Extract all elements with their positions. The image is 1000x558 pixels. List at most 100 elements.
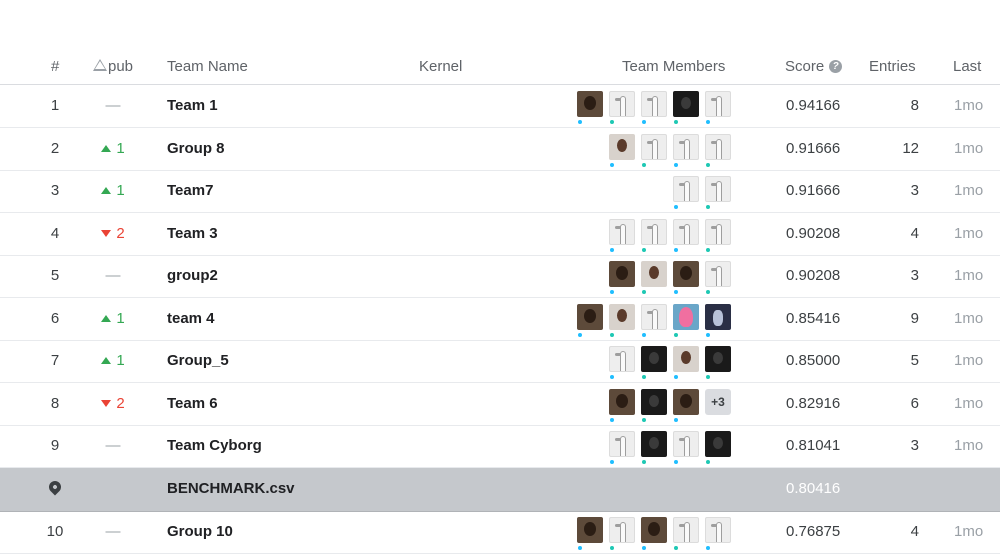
team-name[interactable]: group2 bbox=[167, 267, 218, 284]
member-avatar[interactable] bbox=[705, 219, 731, 245]
table-row[interactable]: 5— group2 0.90208 3 1mo bbox=[0, 255, 1000, 298]
leaderboard: # pub Team Name Kernel Team Members Scor… bbox=[0, 0, 1000, 558]
tier-dot bbox=[642, 163, 646, 167]
member-avatar[interactable] bbox=[609, 134, 635, 160]
score-header[interactable]: Score? bbox=[785, 58, 843, 75]
member-avatar[interactable] bbox=[705, 517, 731, 543]
entries-cell: 4 bbox=[910, 523, 919, 540]
member-avatar[interactable] bbox=[705, 176, 731, 202]
member-avatar[interactable] bbox=[577, 304, 603, 330]
tier-dot bbox=[674, 163, 678, 167]
member-avatar[interactable] bbox=[641, 134, 667, 160]
tier-dot bbox=[578, 120, 582, 124]
team-name[interactable]: Team 3 bbox=[167, 225, 218, 242]
member-avatar[interactable] bbox=[609, 91, 635, 117]
last-submission-cell: 1mo bbox=[954, 310, 984, 327]
member-avatar[interactable] bbox=[641, 261, 667, 287]
table-row[interactable]: 9— Team Cyborg 0.81041 3 1mo bbox=[0, 425, 1000, 468]
tier-dot bbox=[706, 333, 710, 337]
team-name[interactable]: Team 6 bbox=[167, 395, 218, 412]
member-avatar[interactable] bbox=[609, 219, 635, 245]
member-avatar[interactable] bbox=[673, 389, 699, 415]
last-submission-cell: 1mo bbox=[954, 182, 984, 199]
member-avatar[interactable] bbox=[705, 261, 731, 287]
team-name-header[interactable]: Team Name bbox=[167, 58, 248, 75]
member-avatar[interactable] bbox=[609, 346, 635, 372]
member-avatar[interactable] bbox=[609, 261, 635, 287]
delta-value: 2 bbox=[116, 225, 125, 242]
member-avatar[interactable] bbox=[673, 219, 699, 245]
score-cell: 0.82916 bbox=[786, 395, 841, 412]
tier-dot bbox=[578, 546, 582, 550]
member-avatar[interactable] bbox=[641, 304, 667, 330]
member-avatar[interactable] bbox=[673, 304, 699, 330]
member-avatar[interactable] bbox=[641, 91, 667, 117]
delta-cell: 1 bbox=[78, 352, 148, 369]
member-avatar[interactable] bbox=[673, 134, 699, 160]
team-name[interactable]: Team Cyborg bbox=[167, 437, 262, 454]
arrow-up-icon bbox=[101, 144, 112, 152]
table-row[interactable]: 8 2 Team 6 +3 0.82916 6 1mo bbox=[0, 383, 1000, 426]
team-members bbox=[609, 261, 731, 294]
delta-value: — bbox=[105, 523, 121, 540]
table-row[interactable]: 1— Team 1 0.94166 8 1mo bbox=[0, 85, 1000, 128]
last-submission-cell: 1mo bbox=[954, 225, 984, 242]
leaderboard-header: # pub Team Name Kernel Team Members Scor… bbox=[0, 48, 1000, 85]
table-row[interactable]: 10— Group 10 0.76875 4 1mo bbox=[0, 511, 1000, 554]
score-cell: 0.81041 bbox=[786, 437, 841, 454]
tier-dot bbox=[706, 290, 710, 294]
team-name[interactable]: team 4 bbox=[167, 310, 215, 327]
member-avatar[interactable] bbox=[673, 261, 699, 287]
tier-dot bbox=[674, 375, 678, 379]
team-name[interactable]: Group 10 bbox=[167, 523, 233, 540]
delta-cell: — bbox=[78, 97, 148, 114]
member-avatar[interactable] bbox=[673, 431, 699, 457]
member-avatar[interactable] bbox=[705, 346, 731, 372]
member-avatar[interactable] bbox=[609, 389, 635, 415]
last-header[interactable]: Last bbox=[953, 58, 981, 75]
delta-cell: 2 bbox=[78, 395, 148, 412]
member-avatar[interactable] bbox=[641, 389, 667, 415]
tier-dot bbox=[706, 248, 710, 252]
member-avatar[interactable] bbox=[609, 517, 635, 543]
member-avatar[interactable] bbox=[609, 304, 635, 330]
team-name[interactable]: Group_5 bbox=[167, 352, 229, 369]
table-row[interactable]: 3 1 Team7 0.91666 3 1mo bbox=[0, 170, 1000, 213]
delta-value: 1 bbox=[116, 140, 125, 157]
tier-dot bbox=[706, 205, 710, 209]
team-name[interactable]: Team 1 bbox=[167, 97, 218, 114]
member-avatar[interactable] bbox=[577, 91, 603, 117]
last-submission-cell: 1mo bbox=[954, 267, 984, 284]
kernel-header[interactable]: Kernel bbox=[419, 58, 462, 75]
member-avatar[interactable] bbox=[641, 346, 667, 372]
entries-header[interactable]: Entries bbox=[869, 58, 916, 75]
member-avatar[interactable] bbox=[705, 134, 731, 160]
rank-header: # bbox=[51, 58, 60, 75]
entries-cell: 8 bbox=[910, 97, 919, 114]
member-avatar[interactable] bbox=[577, 517, 603, 543]
help-icon[interactable]: ? bbox=[829, 59, 843, 73]
delta-header[interactable]: pub bbox=[93, 58, 133, 75]
table-row[interactable]: 6 1 team 4 0.85416 9 1mo bbox=[0, 298, 1000, 341]
table-row[interactable]: 4 2 Team 3 0.90208 4 1mo bbox=[0, 213, 1000, 256]
team-name[interactable]: Group 8 bbox=[167, 140, 225, 157]
member-avatar[interactable] bbox=[673, 176, 699, 202]
member-avatar[interactable] bbox=[641, 431, 667, 457]
member-avatar[interactable] bbox=[705, 304, 731, 330]
tier-dot bbox=[706, 460, 710, 464]
member-avatar[interactable] bbox=[673, 91, 699, 117]
entries-cell: 12 bbox=[902, 140, 919, 157]
table-row[interactable]: 2 1 Group 8 0.91666 12 1mo bbox=[0, 128, 1000, 171]
member-avatar[interactable] bbox=[673, 517, 699, 543]
member-avatar[interactable] bbox=[705, 91, 731, 117]
tier-dot bbox=[610, 333, 614, 337]
delta-value: 1 bbox=[116, 352, 125, 369]
more-members-badge[interactable]: +3 bbox=[705, 389, 731, 415]
table-row[interactable]: 7 1 Group_5 0.85000 5 1mo bbox=[0, 340, 1000, 383]
member-avatar[interactable] bbox=[705, 431, 731, 457]
team-name[interactable]: Team7 bbox=[167, 182, 213, 199]
member-avatar[interactable] bbox=[641, 517, 667, 543]
member-avatar[interactable] bbox=[673, 346, 699, 372]
member-avatar[interactable] bbox=[641, 219, 667, 245]
member-avatar[interactable] bbox=[609, 431, 635, 457]
